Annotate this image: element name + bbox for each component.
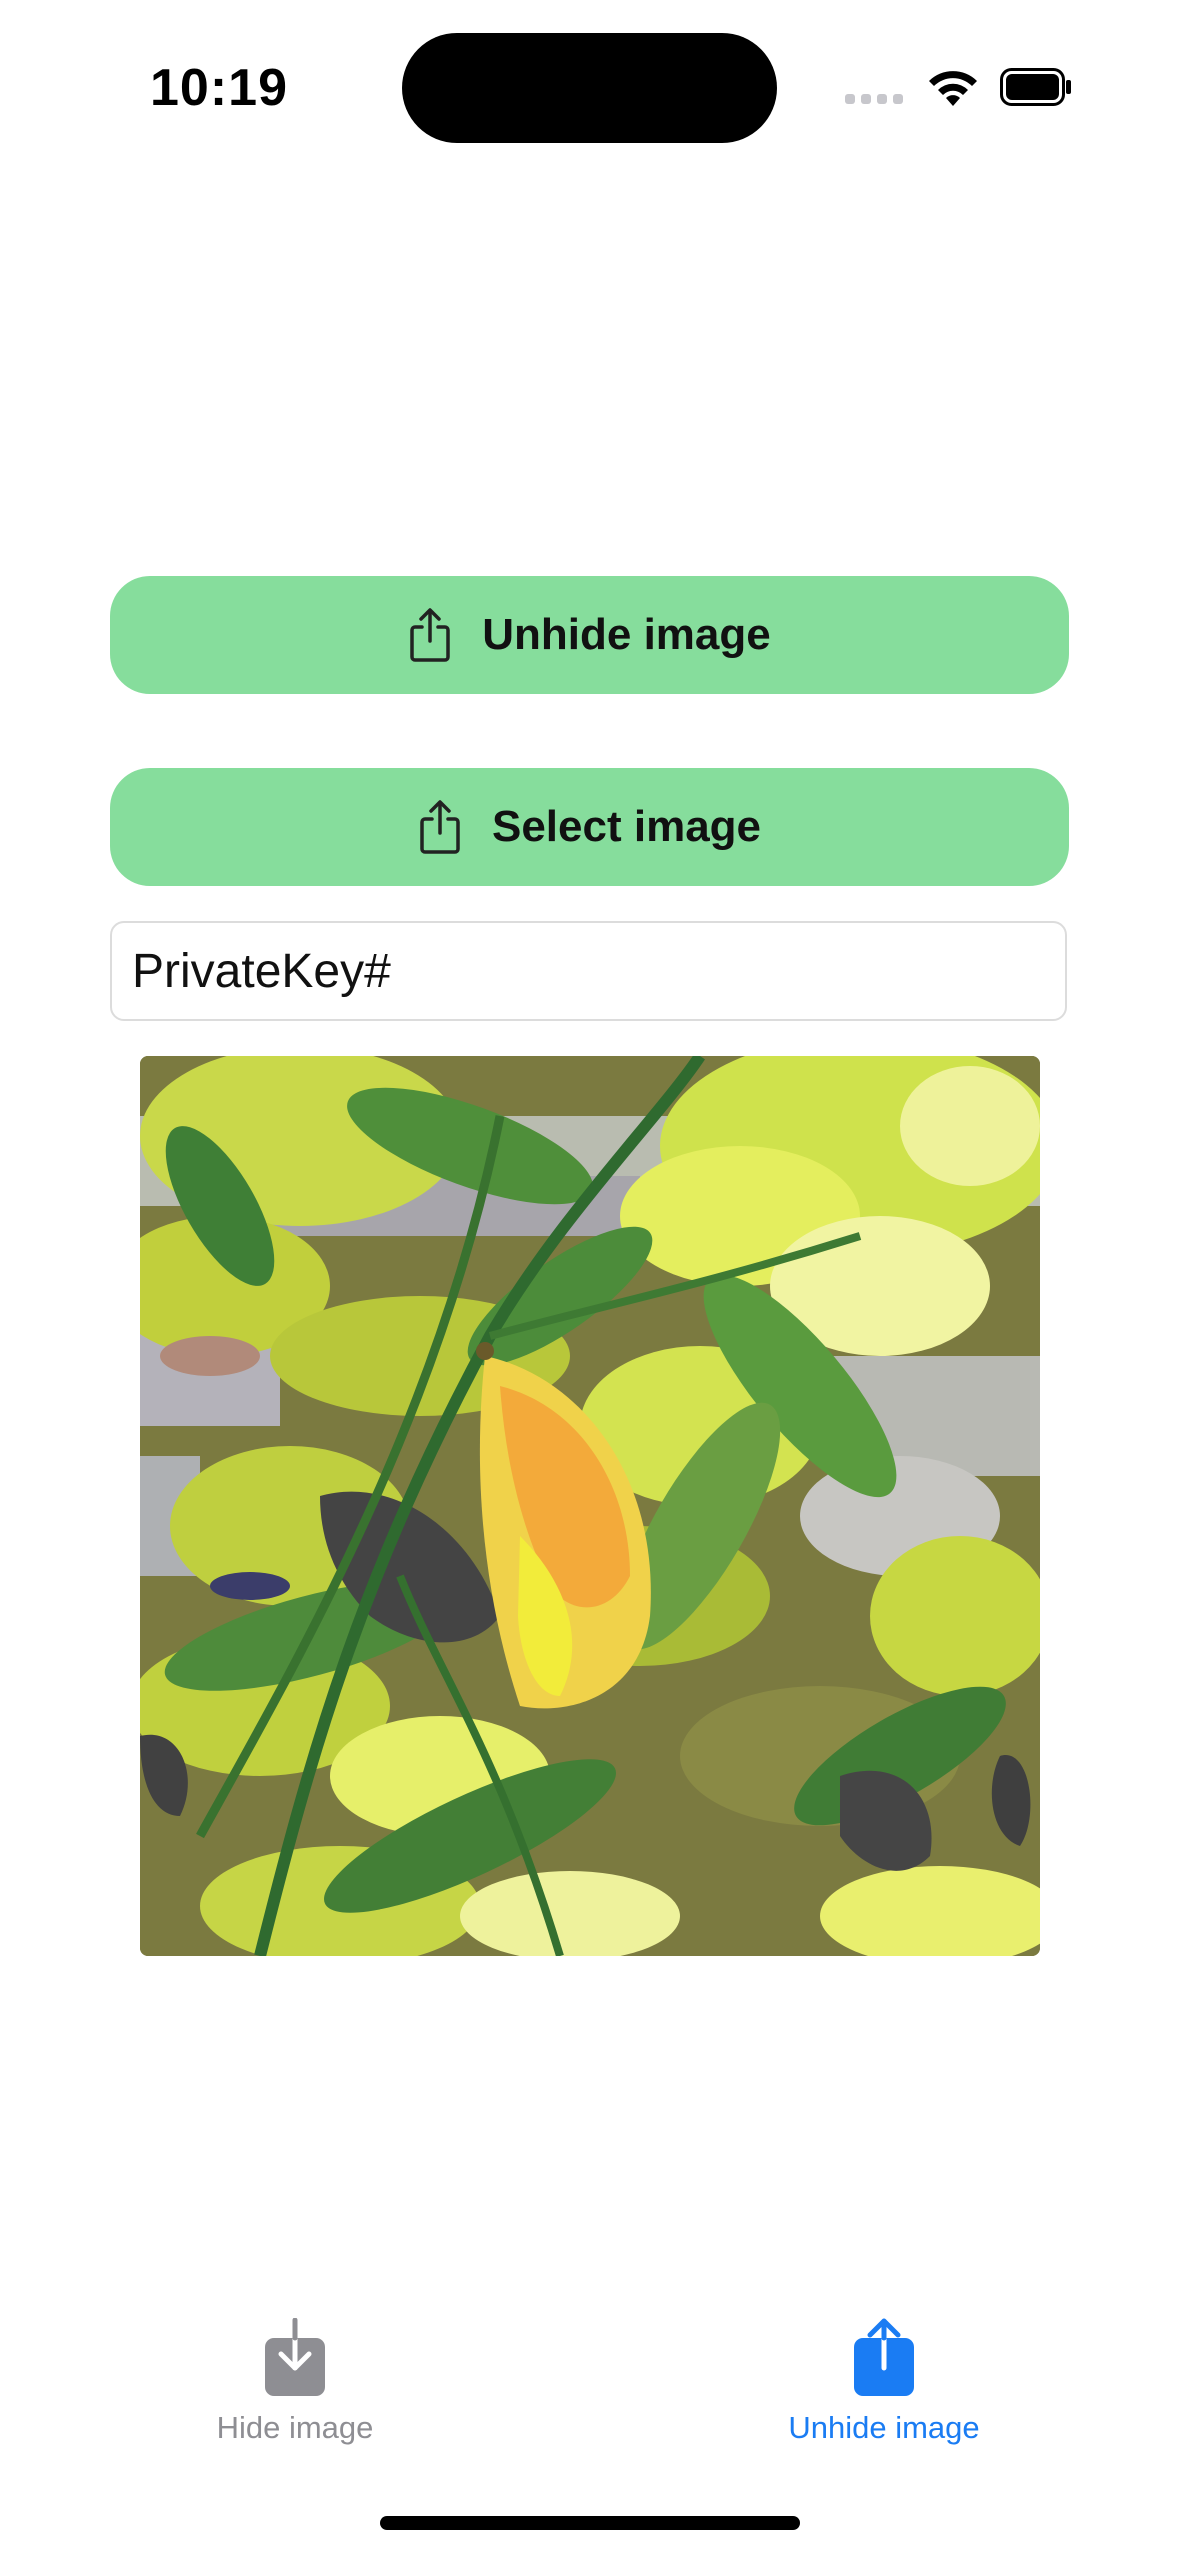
select-image-button[interactable]: Select image [110, 768, 1069, 886]
leaf-photo [140, 1056, 1040, 1956]
status-time: 10:19 [150, 59, 288, 117]
app-screen: 10:19 Unhide image Select image PrivateK… [0, 0, 1179, 2556]
home-indicator [380, 2516, 800, 2530]
battery-icon [1000, 68, 1071, 106]
tab-unhide-image-label: Unhide image [788, 2410, 980, 2445]
cellular-signal-icon [845, 94, 903, 104]
private-key-field-container [110, 921, 1067, 1021]
share-icon [418, 799, 462, 855]
tray-arrow-down-icon [265, 2318, 325, 2396]
tab-unhide-image[interactable]: Unhide image [754, 2318, 1014, 2446]
image-preview [140, 1056, 1040, 1956]
select-image-label: Select image [491, 802, 762, 851]
tray-arrow-up-icon [854, 2318, 914, 2396]
share-icon [408, 607, 452, 663]
dynamic-island [402, 33, 777, 143]
private-key-field[interactable] [132, 943, 1065, 999]
tab-hide-image[interactable]: Hide image [165, 2318, 425, 2446]
tab-hide-image-label: Hide image [216, 2410, 374, 2445]
unhide-image-label: Unhide image [482, 610, 771, 659]
wifi-icon [929, 71, 977, 106]
unhide-image-button[interactable]: Unhide image [110, 576, 1069, 694]
